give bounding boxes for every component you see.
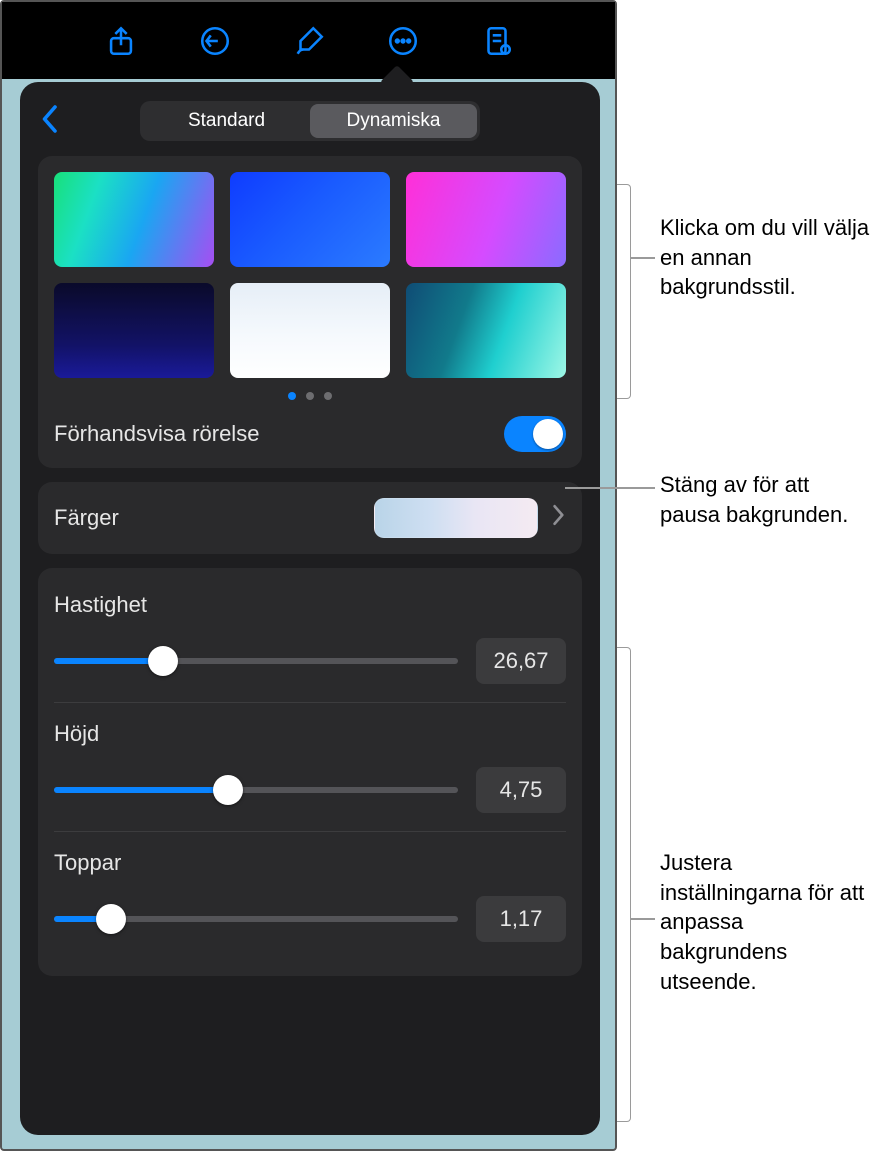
adjustments-panel: Hastighet 26,67 Höjd 4,75 xyxy=(38,568,582,976)
slider-fill xyxy=(54,787,228,793)
callout-bracket xyxy=(617,647,631,1122)
colors-row-panel[interactable]: Färger xyxy=(38,482,582,554)
undo-icon[interactable] xyxy=(195,21,235,61)
style-thumb[interactable] xyxy=(406,283,566,378)
style-thumb[interactable] xyxy=(54,172,214,267)
background-styles-panel: Förhandsvisa rörelse xyxy=(38,156,582,468)
toolbar xyxy=(2,2,615,79)
page-dot[interactable] xyxy=(306,392,314,400)
speed-group: Hastighet 26,67 xyxy=(54,584,566,702)
segment-label: Standard xyxy=(188,110,265,132)
height-value[interactable]: 4,75 xyxy=(476,767,566,813)
segment-standard[interactable]: Standard xyxy=(143,104,310,138)
preview-motion-toggle[interactable] xyxy=(504,416,566,452)
speed-value[interactable]: 26,67 xyxy=(476,638,566,684)
speed-slider[interactable] xyxy=(54,658,458,664)
callout-pause: Stäng av för att pausa bakgrunden. xyxy=(660,470,870,529)
page-dot[interactable] xyxy=(288,392,296,400)
preview-motion-row: Förhandsvisa rörelse xyxy=(54,416,566,452)
callout-adjust: Justera inställningarna för att anpassa … xyxy=(660,848,870,996)
style-thumb[interactable] xyxy=(230,283,390,378)
toggle-knob xyxy=(533,419,563,449)
style-thumb[interactable] xyxy=(406,172,566,267)
share-icon[interactable] xyxy=(101,21,141,61)
peaks-group: Toppar 1,17 xyxy=(54,831,566,960)
page-dot[interactable] xyxy=(324,392,332,400)
segment-label: Dynamiska xyxy=(347,110,441,132)
peaks-label: Toppar xyxy=(54,850,566,876)
peaks-value[interactable]: 1,17 xyxy=(476,896,566,942)
style-grid xyxy=(54,172,566,378)
callout-pick-style: Klicka om du vill välja en annan bakgrun… xyxy=(660,213,875,302)
segment-dynamic[interactable]: Dynamiska xyxy=(310,104,477,138)
format-brush-icon[interactable] xyxy=(289,21,329,61)
style-thumb[interactable] xyxy=(54,283,214,378)
callout-leader xyxy=(631,257,655,259)
segmented-control[interactable]: Standard Dynamiska xyxy=(140,101,480,141)
format-popover: Standard Dynamiska Förhandsvisa rörelse xyxy=(20,82,600,1135)
slider-thumb[interactable] xyxy=(96,904,126,934)
callout-leader xyxy=(565,487,655,489)
app-frame: Standard Dynamiska Förhandsvisa rörelse xyxy=(0,0,617,1151)
speed-label: Hastighet xyxy=(54,592,566,618)
color-swatch[interactable] xyxy=(374,498,538,538)
slider-thumb[interactable] xyxy=(148,646,178,676)
popover-header: Standard Dynamiska xyxy=(38,100,582,142)
preview-motion-label: Förhandsvisa rörelse xyxy=(54,421,259,447)
more-icon[interactable] xyxy=(383,21,423,61)
slider-fill xyxy=(54,658,163,664)
back-icon[interactable] xyxy=(38,104,60,139)
height-label: Höjd xyxy=(54,721,566,747)
height-group: Höjd 4,75 xyxy=(54,702,566,831)
document-icon[interactable] xyxy=(477,21,517,61)
peaks-slider[interactable] xyxy=(54,916,458,922)
page-dots[interactable] xyxy=(54,392,566,400)
chevron-right-icon[interactable] xyxy=(552,504,566,532)
style-thumb[interactable] xyxy=(230,172,390,267)
height-slider[interactable] xyxy=(54,787,458,793)
callout-leader xyxy=(631,918,655,920)
slider-thumb[interactable] xyxy=(213,775,243,805)
colors-label: Färger xyxy=(54,505,119,531)
callout-bracket xyxy=(617,184,631,399)
